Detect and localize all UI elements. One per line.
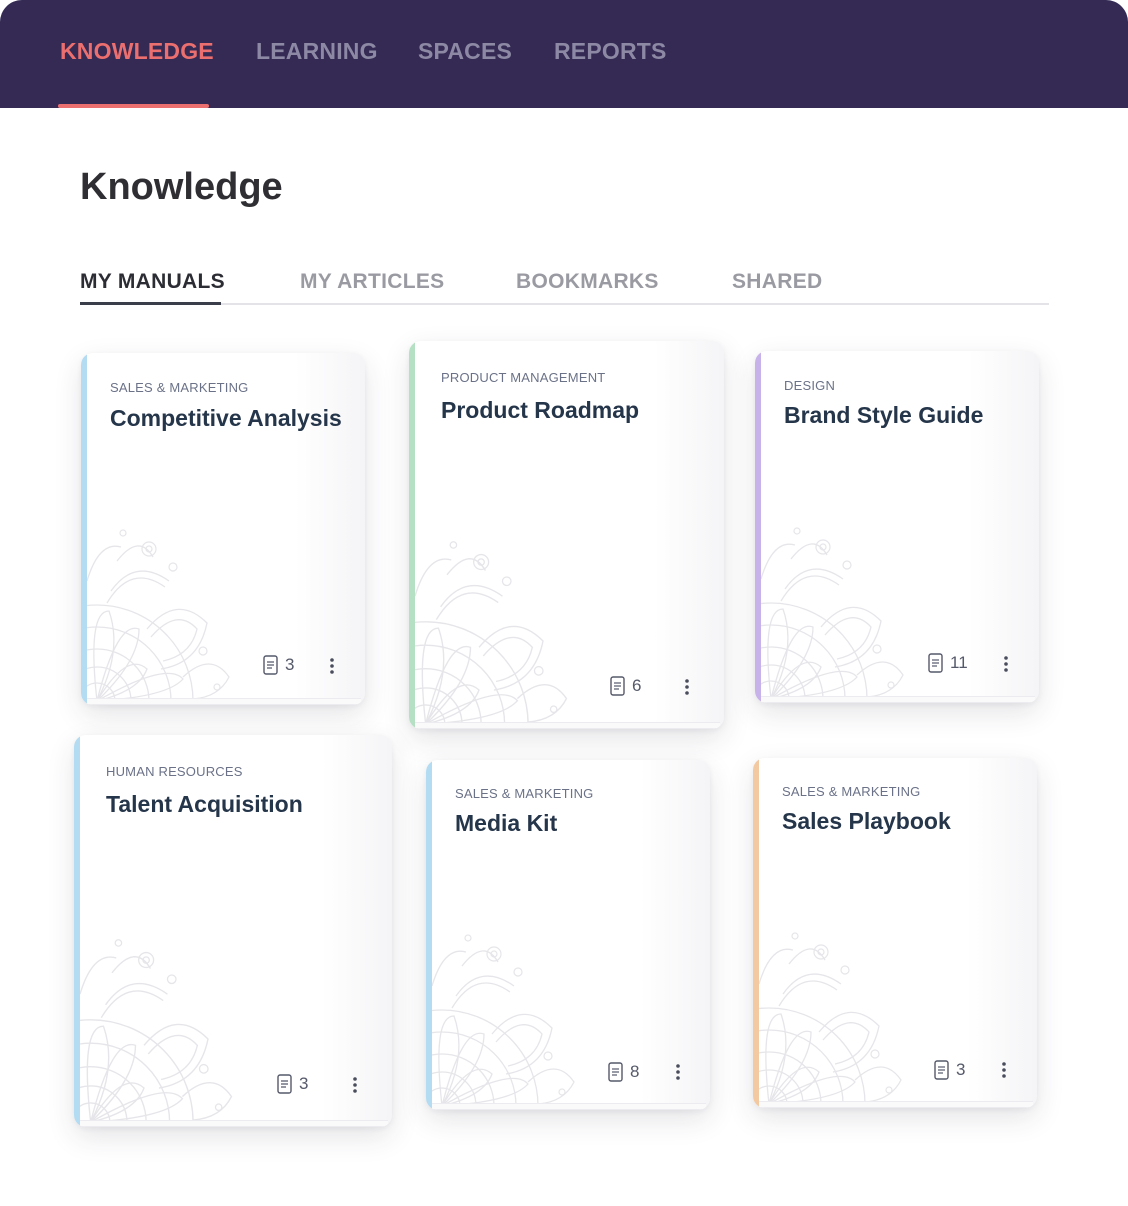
card-category: SALES & MARKETING bbox=[110, 380, 249, 395]
mandala-pattern bbox=[80, 939, 233, 1123]
card-category: SALES & MARKETING bbox=[455, 786, 594, 801]
card-category: HUMAN RESOURCES bbox=[106, 764, 243, 779]
card-document-count: 8 bbox=[608, 1062, 639, 1082]
mandala-pattern bbox=[759, 932, 902, 1104]
more-vertical-icon[interactable] bbox=[329, 657, 335, 675]
card-document-count: 6 bbox=[610, 676, 641, 696]
mandala-pattern bbox=[432, 934, 575, 1106]
card-title: Talent Acquisition bbox=[106, 791, 303, 817]
tab-my-manuals[interactable]: MY MANUALS bbox=[80, 270, 225, 294]
subtabs-divider bbox=[80, 303, 1049, 305]
card-shade bbox=[654, 341, 724, 729]
more-vertical-icon[interactable] bbox=[1001, 1061, 1007, 1079]
document-icon bbox=[608, 1062, 623, 1082]
mandala-pattern bbox=[415, 541, 568, 725]
document-icon bbox=[610, 676, 625, 696]
top-nav-spaces[interactable]: SPACES bbox=[418, 38, 512, 65]
manual-card[interactable]: PRODUCT MANAGEMENT Product Roadmap 6 bbox=[409, 341, 724, 729]
card-count-value: 6 bbox=[632, 676, 642, 695]
card-document-count: 3 bbox=[934, 1060, 965, 1080]
card-title: Media Kit bbox=[455, 810, 558, 836]
card-category: PRODUCT MANAGEMENT bbox=[441, 370, 606, 385]
card-count-value: 3 bbox=[299, 1074, 309, 1093]
top-nav-bar: KNOWLEDGE LEARNING SPACES REPORTS bbox=[0, 0, 1128, 108]
card-title: Product Roadmap bbox=[441, 397, 640, 423]
manual-card[interactable]: HUMAN RESOURCES Talent Acquisition 3 bbox=[74, 735, 392, 1127]
page-title: Knowledge bbox=[80, 166, 283, 208]
subtab-active-indicator bbox=[80, 302, 221, 305]
document-icon bbox=[263, 655, 278, 675]
document-icon bbox=[934, 1060, 949, 1080]
card-count-value: 11 bbox=[950, 653, 968, 672]
card-shade bbox=[322, 735, 392, 1127]
card-document-count: 11 bbox=[928, 653, 968, 673]
card-category: DESIGN bbox=[784, 378, 836, 393]
card-title: Competitive Analysis bbox=[110, 405, 342, 431]
manual-card[interactable]: SALES & MARKETING Sales Playbook 3 bbox=[753, 758, 1037, 1108]
tab-my-articles[interactable]: MY ARTICLES bbox=[300, 270, 444, 294]
card-category: SALES & MARKETING bbox=[782, 784, 921, 799]
card-title: Brand Style Guide bbox=[784, 402, 984, 428]
more-vertical-icon[interactable] bbox=[352, 1076, 358, 1094]
top-nav-active-indicator bbox=[58, 104, 209, 108]
manual-card[interactable]: DESIGN Brand Style Guide 11 bbox=[755, 351, 1039, 703]
document-icon bbox=[277, 1074, 292, 1094]
card-title: Sales Playbook bbox=[782, 808, 951, 834]
top-nav-knowledge[interactable]: KNOWLEDGE bbox=[60, 38, 214, 65]
card-shade bbox=[640, 760, 710, 1110]
document-icon bbox=[928, 653, 943, 673]
top-nav-learning[interactable]: LEARNING bbox=[256, 38, 378, 65]
card-count-value: 3 bbox=[956, 1060, 966, 1079]
manual-card[interactable]: SALES & MARKETING Media Kit 8 bbox=[426, 760, 710, 1110]
card-document-count: 3 bbox=[263, 655, 294, 675]
card-shade bbox=[967, 758, 1037, 1108]
manual-card[interactable]: SALES & MARKETING Competitive Analysis 3 bbox=[81, 353, 365, 705]
more-vertical-icon[interactable] bbox=[1003, 655, 1009, 673]
mandala-pattern bbox=[761, 527, 904, 699]
mandala-pattern bbox=[87, 529, 230, 701]
more-vertical-icon[interactable] bbox=[684, 678, 690, 696]
card-count-value: 3 bbox=[285, 655, 295, 674]
card-document-count: 3 bbox=[277, 1074, 308, 1094]
top-nav-reports[interactable]: REPORTS bbox=[554, 38, 667, 65]
more-vertical-icon[interactable] bbox=[675, 1063, 681, 1081]
tab-shared[interactable]: SHARED bbox=[732, 270, 822, 294]
card-count-value: 8 bbox=[630, 1062, 640, 1081]
tab-bookmarks[interactable]: BOOKMARKS bbox=[516, 270, 659, 294]
